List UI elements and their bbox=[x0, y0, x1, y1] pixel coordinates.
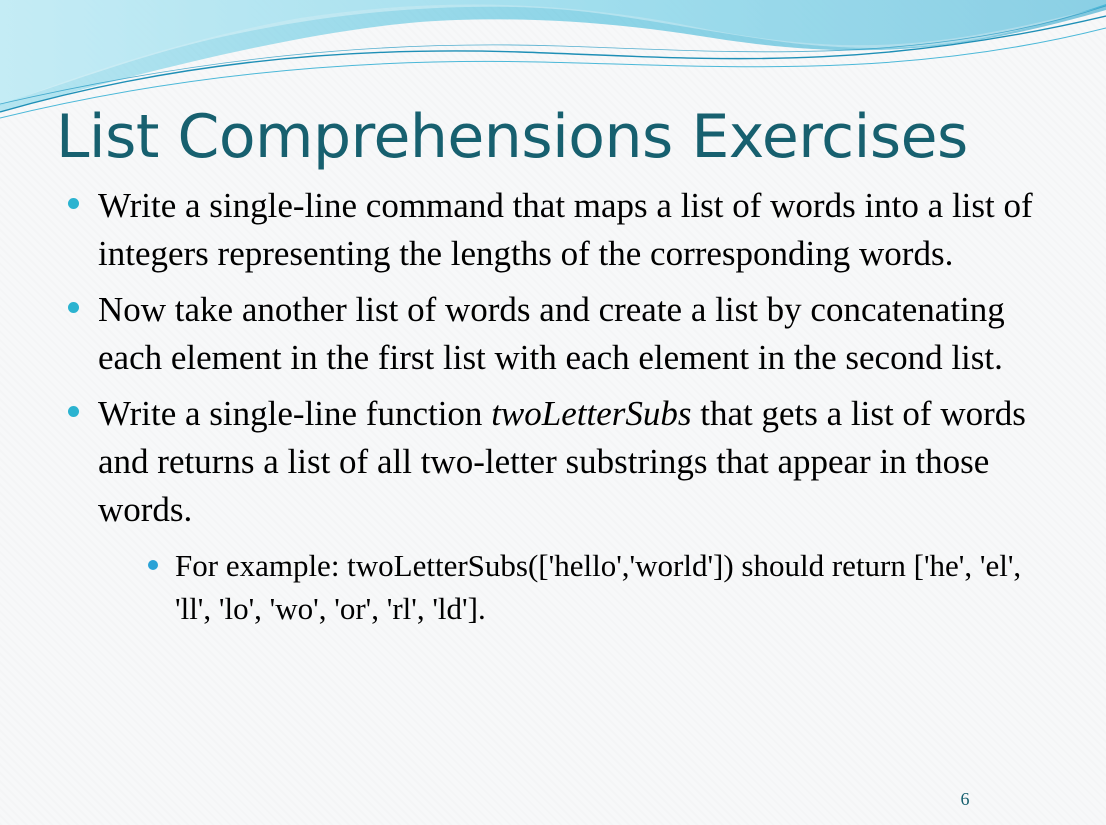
page-number: 6 bbox=[960, 789, 970, 809]
bullet-list: Write a single-line command that maps a … bbox=[66, 182, 1056, 638]
bullet-text-lead: Write a single-line function bbox=[98, 394, 492, 433]
sub-bullet-dot-icon bbox=[148, 560, 158, 570]
bullet-item: Now take another list of words and creat… bbox=[66, 286, 1056, 382]
bullet-dot-icon bbox=[68, 406, 79, 417]
bullet-text: Now take another list of words and creat… bbox=[98, 290, 1005, 377]
sub-bullet-text: For example: twoLetterSubs(['hello','wor… bbox=[175, 548, 1022, 626]
bullet-text: Write a single-line command that maps a … bbox=[98, 186, 1033, 273]
bullet-dot-icon bbox=[68, 302, 79, 313]
slide-title: List Comprehensions Exercises bbox=[56, 102, 968, 172]
bullet-item: Write a single-line command that maps a … bbox=[66, 182, 1056, 278]
function-name: twoLetterSubs bbox=[491, 394, 692, 433]
bullet-dot-icon bbox=[68, 198, 79, 209]
sub-bullet-item: For example: twoLetterSubs(['hello','wor… bbox=[146, 544, 1056, 630]
slide: List Comprehensions Exercises Write a si… bbox=[0, 0, 1106, 825]
bullet-item: Write a single-line function twoLetterSu… bbox=[66, 390, 1056, 630]
